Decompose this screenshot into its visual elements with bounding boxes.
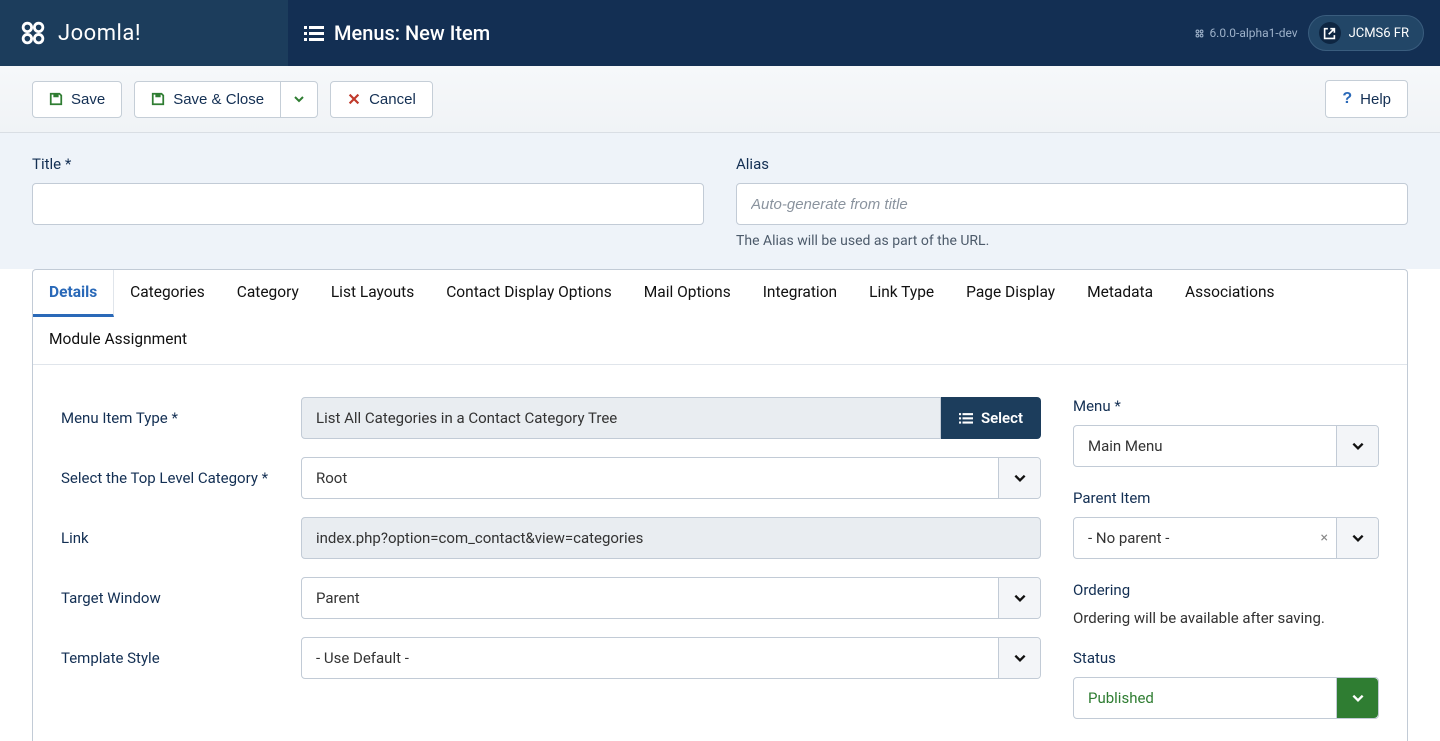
brand[interactable]: Joomla! bbox=[0, 18, 288, 48]
alias-input[interactable] bbox=[736, 183, 1408, 225]
chevron-down-icon bbox=[293, 93, 305, 105]
tab-contact-display-options[interactable]: Contact Display Options bbox=[430, 270, 628, 317]
version-text: 6.0.0-alpha1-dev bbox=[1194, 26, 1297, 40]
open-site-button[interactable]: JCMS6 FR bbox=[1308, 15, 1424, 51]
help-button[interactable]: ? Help bbox=[1325, 80, 1408, 118]
select-type-button[interactable]: Select bbox=[941, 397, 1041, 439]
tab-details[interactable]: Details bbox=[33, 270, 114, 317]
save-icon bbox=[49, 92, 63, 106]
status-select[interactable]: Published bbox=[1073, 677, 1379, 719]
parent-item-label: Parent Item bbox=[1073, 489, 1379, 507]
target-window-select[interactable]: Parent bbox=[301, 577, 1041, 619]
title-label: Title * bbox=[32, 155, 704, 173]
alias-label: Alias bbox=[736, 155, 1408, 173]
link-label: Link bbox=[61, 529, 301, 547]
chevron-down-icon bbox=[1336, 518, 1378, 558]
chevron-down-icon bbox=[1336, 426, 1378, 466]
ordering-label: Ordering bbox=[1073, 581, 1379, 599]
menu-select[interactable]: Main Menu bbox=[1073, 425, 1379, 467]
menu-label: Menu * bbox=[1073, 397, 1379, 415]
tab-categories[interactable]: Categories bbox=[114, 270, 221, 317]
top-level-category-label: Select the Top Level Category * bbox=[61, 469, 301, 487]
chevron-down-icon bbox=[998, 638, 1040, 678]
target-window-label: Target Window bbox=[61, 589, 301, 607]
list-icon bbox=[959, 411, 973, 425]
save-close-button[interactable]: Save & Close bbox=[134, 81, 281, 118]
tab-integration[interactable]: Integration bbox=[747, 270, 853, 317]
details-panel: Menu Item Type * List All Categories in … bbox=[33, 365, 1407, 741]
status-label: Status bbox=[1073, 649, 1379, 667]
list-icon bbox=[304, 23, 324, 43]
tabs-container: DetailsCategoriesCategoryList LayoutsCon… bbox=[32, 269, 1408, 741]
tab-link-type[interactable]: Link Type bbox=[853, 270, 950, 317]
menu-item-type-value: List All Categories in a Contact Categor… bbox=[301, 397, 941, 439]
toolbar: Save Save & Close Cancel ? Help bbox=[0, 66, 1440, 133]
tab-mail-options[interactable]: Mail Options bbox=[628, 270, 747, 317]
chevron-down-icon bbox=[998, 458, 1040, 498]
top-level-category-select[interactable]: Root bbox=[301, 457, 1041, 499]
template-style-label: Template Style bbox=[61, 649, 301, 667]
tab-metadata[interactable]: Metadata bbox=[1071, 270, 1169, 317]
tab-category[interactable]: Category bbox=[221, 270, 315, 317]
page-title: Menus: New Item bbox=[334, 21, 490, 45]
brand-text: Joomla! bbox=[58, 21, 141, 46]
ordering-text: Ordering will be available after saving. bbox=[1073, 609, 1379, 627]
menu-item-type-label: Menu Item Type * bbox=[61, 409, 301, 427]
cancel-button[interactable]: Cancel bbox=[330, 81, 433, 118]
chevron-down-icon bbox=[1336, 678, 1378, 718]
site-button-label: JCMS6 FR bbox=[1349, 26, 1409, 41]
alias-help: The Alias will be used as part of the UR… bbox=[736, 233, 1408, 249]
form-head: Title * Alias The Alias will be used as … bbox=[0, 133, 1440, 269]
tab-module-assignment[interactable]: Module Assignment bbox=[33, 317, 203, 364]
tab-associations[interactable]: Associations bbox=[1169, 270, 1291, 317]
clear-icon[interactable]: × bbox=[1321, 530, 1328, 546]
parent-item-select[interactable]: - No parent - × bbox=[1073, 517, 1379, 559]
close-icon bbox=[347, 92, 361, 106]
external-link-icon bbox=[1319, 22, 1341, 44]
title-input[interactable] bbox=[32, 183, 704, 225]
header-title: Menus: New Item 6.0.0-alpha1-dev JCMS6 F… bbox=[288, 0, 1440, 66]
save-icon bbox=[151, 92, 165, 106]
joomla-logo-icon bbox=[18, 18, 48, 48]
tab-list-layouts[interactable]: List Layouts bbox=[315, 270, 430, 317]
question-icon: ? bbox=[1342, 90, 1352, 108]
top-bar: Joomla! Menus: New Item 6.0.0-alpha1-dev… bbox=[0, 0, 1440, 66]
save-button[interactable]: Save bbox=[32, 81, 122, 118]
template-style-select[interactable]: - Use Default - bbox=[301, 637, 1041, 679]
tab-page-display[interactable]: Page Display bbox=[950, 270, 1071, 317]
link-value: index.php?option=com_contact&view=catego… bbox=[301, 517, 1041, 559]
chevron-down-icon bbox=[998, 578, 1040, 618]
save-close-dropdown[interactable] bbox=[280, 81, 318, 118]
save-close-group: Save & Close bbox=[134, 81, 318, 118]
tabs: DetailsCategoriesCategoryList LayoutsCon… bbox=[33, 270, 1407, 365]
